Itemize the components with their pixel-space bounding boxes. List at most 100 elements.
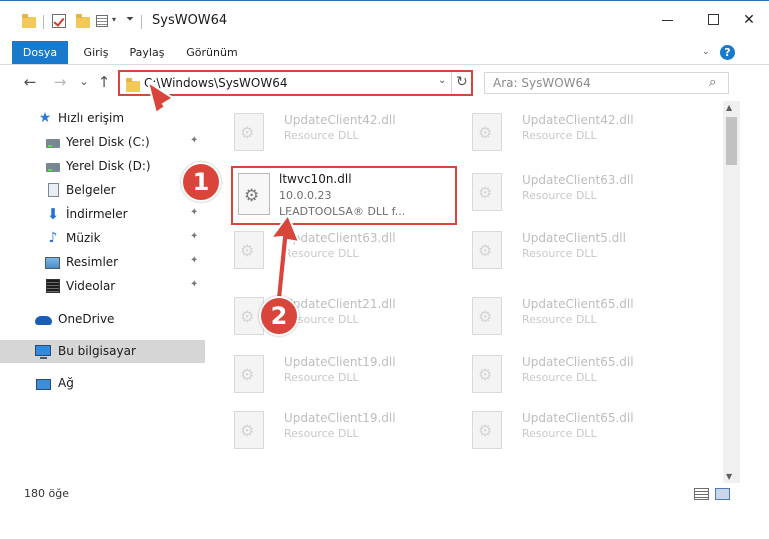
close-button[interactable]: ✕ [734, 9, 764, 31]
file-name: UpdateClient42.dll [522, 113, 634, 127]
file-name: UpdateClient5.dll [522, 231, 626, 245]
dll-file-icon [472, 113, 502, 151]
ribbon-expand-icon[interactable]: ⌄ [702, 47, 710, 57]
file-item[interactable]: UpdateClient65.dll Resource DLL [450, 399, 675, 455]
file-name: UpdateClient63.dll [522, 173, 634, 187]
file-type: Resource DLL [522, 189, 597, 202]
file-item[interactable]: UpdateClient65.dll Resource DLL [450, 285, 675, 341]
chevron-down-icon[interactable]: ▾ [112, 15, 116, 24]
new-folder-icon[interactable] [76, 14, 90, 28]
window-edge [740, 101, 769, 505]
large-icons-view-button[interactable] [715, 488, 730, 500]
sidebar-item-pictures[interactable]: Resimler ✦ [0, 251, 205, 274]
sidebar-item-label: Yerel Disk (C:) [66, 135, 150, 149]
sidebar-item-onedrive[interactable]: OneDrive [0, 308, 205, 331]
file-name: UpdateClient65.dll [522, 355, 634, 369]
pin-icon[interactable]: ✦ [190, 255, 198, 266]
sidebar-item-label: Belgeler [66, 183, 116, 197]
ribbon-tabs: Dosya Giriş Paylaş Görünüm ⌄ ? [0, 41, 769, 65]
file-name: ltwvc10n.dll [279, 172, 352, 186]
help-icon[interactable]: ? [720, 45, 735, 60]
back-button[interactable]: ← [20, 72, 40, 92]
status-bar: 180 öğe [0, 483, 740, 505]
sidebar-item-label: Müzik [66, 231, 101, 245]
minimize-icon [662, 20, 673, 21]
sidebar-item-quick-access[interactable]: ★ Hızlı erişim [0, 107, 205, 130]
properties-icon[interactable] [96, 15, 108, 27]
sidebar-item-label: Yerel Disk (D:) [66, 159, 151, 173]
pin-icon[interactable]: ✦ [190, 207, 198, 218]
file-version: 10.0.0.23 [279, 189, 332, 202]
drive-icon [46, 139, 60, 148]
pin-icon[interactable]: ✦ [190, 231, 198, 242]
tab-share[interactable]: Paylaş [126, 41, 168, 64]
quick-access-separator [43, 15, 44, 29]
customize-toolbar-icon[interactable]: ⏷ [126, 14, 134, 25]
sidebar-item-network[interactable]: Ağ [0, 372, 205, 395]
file-type: Resource DLL [522, 247, 597, 260]
sidebar-item-local-disk-c[interactable]: Yerel Disk (C:) ✦ [0, 131, 205, 154]
forward-button[interactable]: → [50, 72, 70, 92]
search-icon[interactable]: ⌕ [709, 75, 716, 90]
sidebar-item-videos[interactable]: Videolar ✦ [0, 275, 205, 298]
file-list: UpdateClient42.dll Resource DLL UpdateCl… [208, 101, 723, 471]
step-badge-2: 2 [259, 296, 299, 336]
tab-view[interactable]: Görünüm [184, 41, 240, 64]
sidebar-item-downloads[interactable]: ⬇ İndirmeler ✦ [0, 203, 205, 226]
file-name: UpdateClient21.dll [284, 297, 396, 311]
scroll-up-icon[interactable]: ▲ [726, 103, 732, 112]
pin-icon[interactable]: ✦ [190, 279, 198, 290]
up-button[interactable]: ↑ [94, 72, 114, 92]
address-path[interactable]: C:\Windows\SysWOW64 [144, 76, 288, 90]
sidebar-item-documents[interactable]: Belgeler ✦ [0, 179, 205, 202]
file-type: Resource DLL [284, 371, 359, 384]
highlighted-file-item[interactable]: ltwvc10n.dll 10.0.0.23 LEADTOOLSA® DLL f… [231, 166, 457, 225]
file-type: Resource DLL [522, 427, 597, 440]
sidebar-item-label: Hızlı erişim [58, 111, 125, 125]
file-item[interactable]: UpdateClient65.dll Resource DLL [450, 343, 675, 399]
file-company: LEADTOOLSA® DLL f... [279, 205, 406, 218]
file-item[interactable]: UpdateClient5.dll Resource DLL [450, 219, 675, 275]
sidebar-item-label: Ağ [58, 376, 74, 390]
maximize-button[interactable] [699, 9, 729, 31]
item-count: 180 öğe [24, 487, 69, 500]
file-item[interactable]: UpdateClient21.dll Resource DLL [212, 285, 437, 341]
refresh-icon[interactable]: ↻ [456, 74, 468, 90]
file-type: Resource DLL [522, 129, 597, 142]
file-item[interactable]: UpdateClient63.dll Resource DLL [212, 219, 437, 275]
file-item[interactable]: UpdateClient63.dll Resource DLL [450, 161, 675, 217]
step-badge-1: 1 [181, 162, 221, 202]
sidebar-item-label: Resimler [66, 255, 119, 269]
network-icon [36, 379, 51, 390]
properties-check-icon[interactable] [52, 14, 66, 28]
sidebar-item-this-pc[interactable]: Bu bilgisayar [0, 340, 205, 363]
scroll-thumb[interactable] [726, 117, 737, 165]
sidebar-item-music[interactable]: ♪ Müzik ✦ [0, 227, 205, 250]
file-item[interactable]: UpdateClient42.dll Resource DLL [212, 101, 437, 157]
vertical-scrollbar[interactable]: ▲ ▼ [723, 101, 740, 483]
file-name: UpdateClient19.dll [284, 411, 396, 425]
download-icon: ⬇ [46, 205, 60, 223]
minimize-button[interactable] [653, 9, 683, 31]
address-divider [451, 72, 452, 94]
search-input[interactable]: Ara: SysWOW64 ⌕ [484, 72, 729, 94]
chevron-down-icon[interactable]: ⌄ [438, 75, 446, 86]
dll-file-icon [472, 355, 502, 393]
recent-locations-button[interactable]: ⌄ [74, 72, 94, 92]
sidebar-item-label: İndirmeler [66, 207, 128, 221]
sidebar-item-local-disk-d[interactable]: Yerel Disk (D:) [0, 155, 205, 178]
file-item[interactable]: UpdateClient42.dll Resource DLL [450, 101, 675, 157]
details-view-button[interactable] [694, 488, 709, 500]
file-name: UpdateClient65.dll [522, 297, 634, 311]
file-item[interactable]: UpdateClient19.dll Resource DLL [212, 343, 437, 399]
window-title: SysWOW64 [152, 13, 228, 28]
music-icon: ♪ [48, 230, 58, 246]
file-item[interactable]: UpdateClient19.dll Resource DLL [212, 399, 437, 455]
tab-file[interactable]: Dosya [12, 41, 68, 64]
tab-home[interactable]: Giriş [76, 41, 116, 64]
address-bar[interactable]: C:\Windows\SysWOW64 ⌄ ↻ [118, 70, 473, 96]
dll-file-icon [234, 355, 264, 393]
videos-icon [46, 279, 60, 293]
pin-icon[interactable]: ✦ [190, 135, 198, 146]
scroll-down-icon[interactable]: ▼ [726, 472, 732, 481]
